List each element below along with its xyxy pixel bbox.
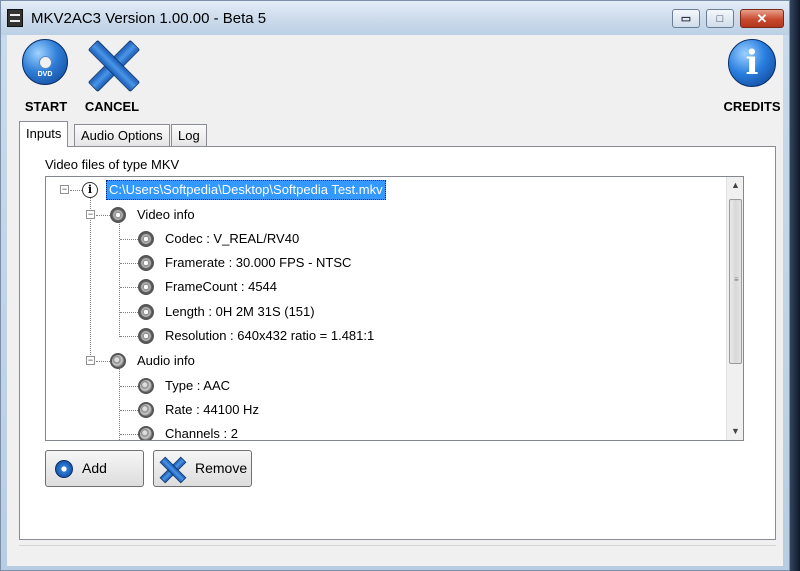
status-bar xyxy=(19,545,776,561)
speaker-icon xyxy=(138,426,154,440)
film-strip-icon xyxy=(7,9,23,27)
remove-x-icon xyxy=(160,457,184,481)
list-item[interactable]: Rate : 44100 Hz xyxy=(46,399,726,421)
file-path: C:\Users\Softpedia\Desktop\Softpedia Tes… xyxy=(106,180,386,200)
app-window: MKV2AC3 Version 1.00.00 - Beta 5 ▭ □ ✕ D… xyxy=(0,0,790,571)
dvd-disc-icon: DVD xyxy=(22,39,68,85)
tab-inputs[interactable]: Inputs xyxy=(19,121,69,147)
minimize-button[interactable]: ▭ xyxy=(672,9,700,28)
vertical-scrollbar[interactable]: ▲ ≡ ▼ xyxy=(726,177,743,440)
video-info-node[interactable]: − Video info xyxy=(46,204,726,226)
audio-info-node[interactable]: − Audio info xyxy=(46,350,726,372)
scroll-up-icon[interactable]: ▲ xyxy=(727,177,743,194)
list-item[interactable]: FrameCount : 4544 xyxy=(46,276,726,298)
cancel-label: CANCEL xyxy=(84,99,140,114)
group-label: Video files of type MKV xyxy=(45,157,180,172)
film-reel-icon xyxy=(138,255,154,271)
credits-label: CREDITS xyxy=(723,99,781,114)
file-tree-view[interactable]: − i C:\Users\Softpedia\Desktop\Softpedia… xyxy=(45,176,744,441)
speaker-icon xyxy=(138,378,154,394)
remove-button-label: Remove xyxy=(195,460,248,476)
video-info-label: Video info xyxy=(137,207,195,222)
film-reel-icon xyxy=(138,328,154,344)
remove-button[interactable]: Remove xyxy=(153,450,252,487)
collapse-toggle[interactable]: − xyxy=(60,185,69,194)
client-area: DVD START CANCEL i CREDITS Inputs Audio … xyxy=(7,35,783,566)
list-item[interactable]: Resolution : 640x432 ratio = 1.481:1 xyxy=(46,325,726,347)
film-reel-icon xyxy=(138,304,154,320)
title-bar[interactable]: MKV2AC3 Version 1.00.00 - Beta 5 ▭ □ ✕ xyxy=(1,1,789,35)
desktop-background xyxy=(790,0,800,571)
speaker-icon xyxy=(110,353,126,369)
scroll-down-icon[interactable]: ▼ xyxy=(727,423,743,440)
credits-button[interactable]: i CREDITS xyxy=(717,37,787,114)
tab-audio-options[interactable]: Audio Options xyxy=(74,124,170,146)
add-disc-icon xyxy=(55,460,73,478)
add-button-label: Add xyxy=(82,460,107,476)
info-icon: i xyxy=(82,182,98,198)
speaker-icon xyxy=(138,402,154,418)
close-button[interactable]: ✕ xyxy=(740,9,784,28)
list-item[interactable]: Type : AAC xyxy=(46,375,726,397)
list-item[interactable]: Length : 0H 2M 31S (151) xyxy=(46,301,726,323)
film-reel-icon xyxy=(138,279,154,295)
tree-root-node[interactable]: − i C:\Users\Softpedia\Desktop\Softpedia… xyxy=(46,179,726,201)
cancel-button[interactable]: CANCEL xyxy=(77,37,147,114)
start-button[interactable]: DVD START xyxy=(11,37,81,114)
film-reel-icon xyxy=(110,207,126,223)
collapse-toggle[interactable]: − xyxy=(86,356,95,365)
tab-log[interactable]: Log xyxy=(171,124,207,146)
cancel-x-icon xyxy=(88,40,136,88)
maximize-button[interactable]: □ xyxy=(706,9,734,28)
credits-info-icon: i xyxy=(728,39,776,87)
list-item[interactable]: Framerate : 30.000 FPS - NTSC xyxy=(46,252,726,274)
scroll-thumb[interactable]: ≡ xyxy=(729,199,742,364)
window-title: MKV2AC3 Version 1.00.00 - Beta 5 xyxy=(31,10,267,27)
add-button[interactable]: Add xyxy=(45,450,144,487)
audio-info-label: Audio info xyxy=(137,353,195,368)
film-reel-icon xyxy=(138,231,154,247)
start-label: START xyxy=(24,99,68,114)
collapse-toggle[interactable]: − xyxy=(86,210,95,219)
list-item[interactable]: Channels : 2 xyxy=(46,423,726,440)
list-item[interactable]: Codec : V_REAL/RV40 xyxy=(46,228,726,250)
